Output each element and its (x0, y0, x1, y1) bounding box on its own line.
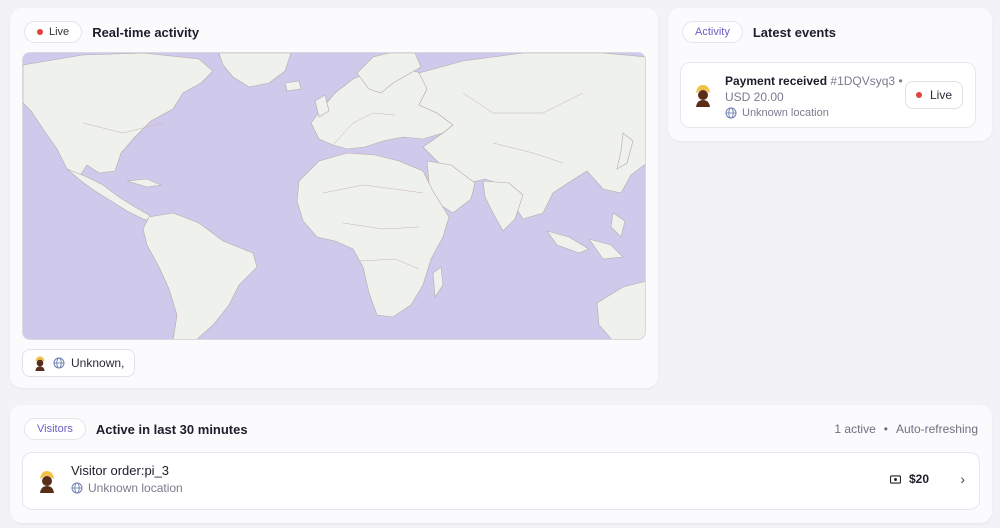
live-badge-label: Live (49, 26, 70, 38)
activity-header: Activity Latest events (682, 21, 836, 43)
location-chip[interactable]: Unknown, (22, 349, 136, 377)
tab-visitors[interactable]: Visitors (24, 418, 86, 440)
visitor-amount: $20 (908, 472, 929, 486)
visitor-location-row: Unknown location (71, 481, 183, 495)
live-dot-icon (37, 29, 43, 35)
visitor-location: Unknown location (88, 481, 183, 495)
realtime-title: Real-time activity (92, 24, 200, 40)
globe-icon (725, 107, 737, 119)
visitors-title: Active in last 30 minutes (95, 421, 248, 437)
chevron-right-icon[interactable]: › (960, 471, 965, 487)
event-location: Unknown location (742, 107, 829, 119)
world-map[interactable] (22, 52, 646, 340)
refresh-status: Auto-refreshing (895, 422, 978, 436)
event-amount: USD 20.00 (725, 90, 784, 104)
event-title: Payment received (725, 74, 828, 88)
event-id: #1DQVsyq3 (830, 74, 896, 88)
visitor-row[interactable]: Visitor order:pi_3 Unknown location $20 … (22, 452, 980, 510)
location-chip-label: Unknown, (71, 356, 125, 370)
event-live-label: Live (929, 88, 952, 102)
visitor-amount-row: $20 (889, 472, 929, 486)
world-map-svg (23, 53, 645, 339)
globe-icon (71, 482, 83, 494)
live-badge: Live (24, 21, 83, 43)
event-title-row: Payment received #1DQVsyq3 • (725, 74, 903, 88)
event-item[interactable]: Payment received #1DQVsyq3 • USD 20.00 U… (680, 62, 976, 128)
avatar-icon (696, 85, 710, 107)
realtime-header: Live Real-time activity (24, 21, 199, 43)
tab-activity[interactable]: Activity (682, 21, 743, 43)
live-dot-icon (915, 92, 922, 98)
visitors-header: Visitors Active in last 30 minutes (24, 418, 248, 440)
event-live-badge[interactable]: Live (904, 81, 963, 109)
globe-icon (53, 357, 65, 369)
activity-card: Activity Latest events Payment received … (668, 8, 992, 141)
realtime-card: Live Real-time activity Unknown, (10, 8, 658, 388)
meta-separator: • (883, 422, 888, 436)
visitors-meta: 1 active • Auto-refreshing (834, 422, 978, 436)
avatar-icon (40, 471, 54, 493)
visitors-card: Visitors Active in last 30 minutes 1 act… (10, 405, 992, 523)
visitor-name: Visitor order:pi_3 (71, 463, 170, 478)
event-location-row: Unknown location (725, 107, 829, 119)
event-separator: • (898, 74, 903, 88)
cash-icon (889, 474, 901, 484)
avatar-icon (35, 356, 45, 371)
activity-title: Latest events (752, 24, 836, 40)
active-count: 1 active (834, 422, 876, 436)
